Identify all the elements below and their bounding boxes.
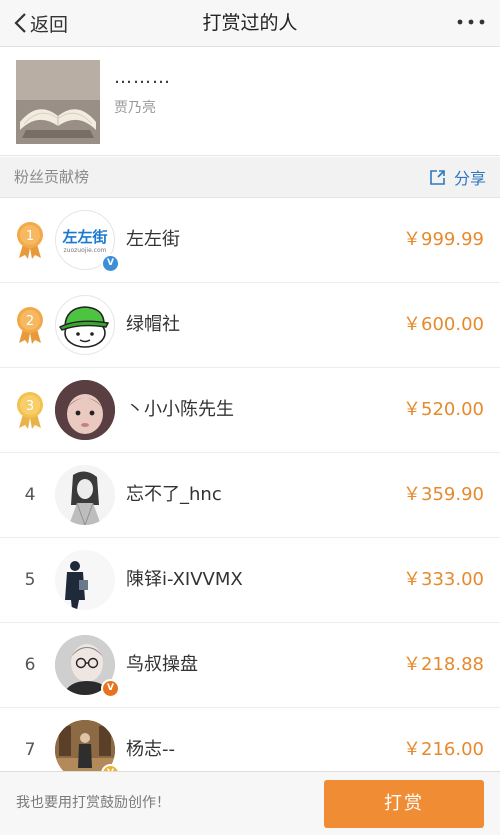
bottom-bar: 我也要用打赏鼓励创作！ 打赏 — [0, 771, 500, 835]
post-title: ……… — [114, 67, 171, 88]
user-name[interactable]: 丶小小陈先生 — [126, 368, 234, 452]
section-title: 粉丝贡献榜 — [14, 168, 90, 186]
avatar-logo-subtext: zuozuojie.com — [63, 247, 107, 254]
tip-amount: ￥999.99 — [403, 229, 484, 250]
avatar[interactable] — [55, 380, 115, 440]
rank-number: 4 — [24, 485, 36, 505]
rank-number: 2 — [26, 314, 34, 329]
avatar-logo-text: 左左街 — [62, 228, 108, 246]
silver-medal-icon: 2 — [17, 307, 43, 344]
tip-hint-text: 我也要用打赏鼓励创作！ — [16, 795, 170, 811]
figure-portrait-icon — [55, 550, 115, 610]
tip-amount: ￥520.00 — [403, 399, 484, 420]
list-item[interactable]: 2 绿帽社 ￥600.00 — [0, 283, 500, 368]
post-cover-image — [16, 60, 100, 144]
post-author: 贾乃亮 — [114, 100, 156, 116]
page-title: 打赏过的人 — [202, 12, 298, 34]
avatar[interactable] — [55, 465, 115, 525]
tip-amount: ￥359.90 — [403, 484, 484, 505]
chevron-left-icon — [14, 13, 26, 33]
user-name[interactable]: 忘不了_hnc — [126, 453, 222, 537]
back-label: 返回 — [30, 13, 69, 36]
green-hat-icon — [58, 306, 110, 348]
share-label: 分享 — [453, 169, 486, 188]
rank-number: 5 — [24, 570, 36, 590]
list-item[interactable]: 3 丶小小陈先生 ￥520.00 — [0, 368, 500, 453]
post-card[interactable]: ……… 贾乃亮 — [0, 47, 500, 156]
list-item[interactable]: 1 左左街 zuozuojie.com V 左左街 ￥999.99 — [0, 198, 500, 283]
user-name[interactable]: 左左街 — [126, 198, 180, 282]
rank-number: 1 — [26, 229, 34, 244]
bronze-medal-icon: 3 — [17, 392, 43, 429]
sketch-portrait-icon — [55, 465, 115, 525]
ranking-list: 1 左左街 zuozuojie.com V 左左街 ￥999.99 2 绿帽社 … — [0, 198, 500, 793]
child-photo-icon — [55, 380, 115, 440]
user-name[interactable]: 绿帽社 — [126, 283, 180, 367]
tip-amount: ￥218.88 — [403, 654, 484, 675]
list-item[interactable]: 5 陳铎i-XIVVMX ￥333.00 — [0, 538, 500, 623]
share-icon — [430, 169, 445, 185]
rank-number: 3 — [26, 399, 34, 414]
section-header: 粉丝贡献榜 分享 — [0, 157, 500, 198]
user-name[interactable]: 陳铎i-XIVVMX — [126, 538, 243, 622]
list-item[interactable]: 6 V 鸟叔操盘 ￥218.88 — [0, 623, 500, 708]
back-button[interactable]: 返回 — [12, 0, 68, 46]
avatar[interactable] — [55, 295, 115, 355]
tip-amount: ￥333.00 — [403, 569, 484, 590]
rank-number: 6 — [24, 655, 36, 675]
tip-button[interactable]: 打赏 — [324, 780, 484, 828]
share-button[interactable]: 分享 — [429, 157, 486, 197]
gold-medal-icon: 1 — [17, 222, 43, 259]
tip-amount: ￥600.00 — [403, 314, 484, 335]
list-item[interactable]: 4 忘不了_hnc ￥359.90 — [0, 453, 500, 538]
verified-badge-icon: V — [101, 679, 120, 698]
nav-bar: 返回 打赏过的人 — [0, 0, 500, 47]
avatar[interactable] — [55, 550, 115, 610]
more-options-icon[interactable] — [456, 15, 486, 29]
verified-badge-icon: V — [101, 254, 120, 273]
user-name[interactable]: 鸟叔操盘 — [126, 623, 198, 707]
